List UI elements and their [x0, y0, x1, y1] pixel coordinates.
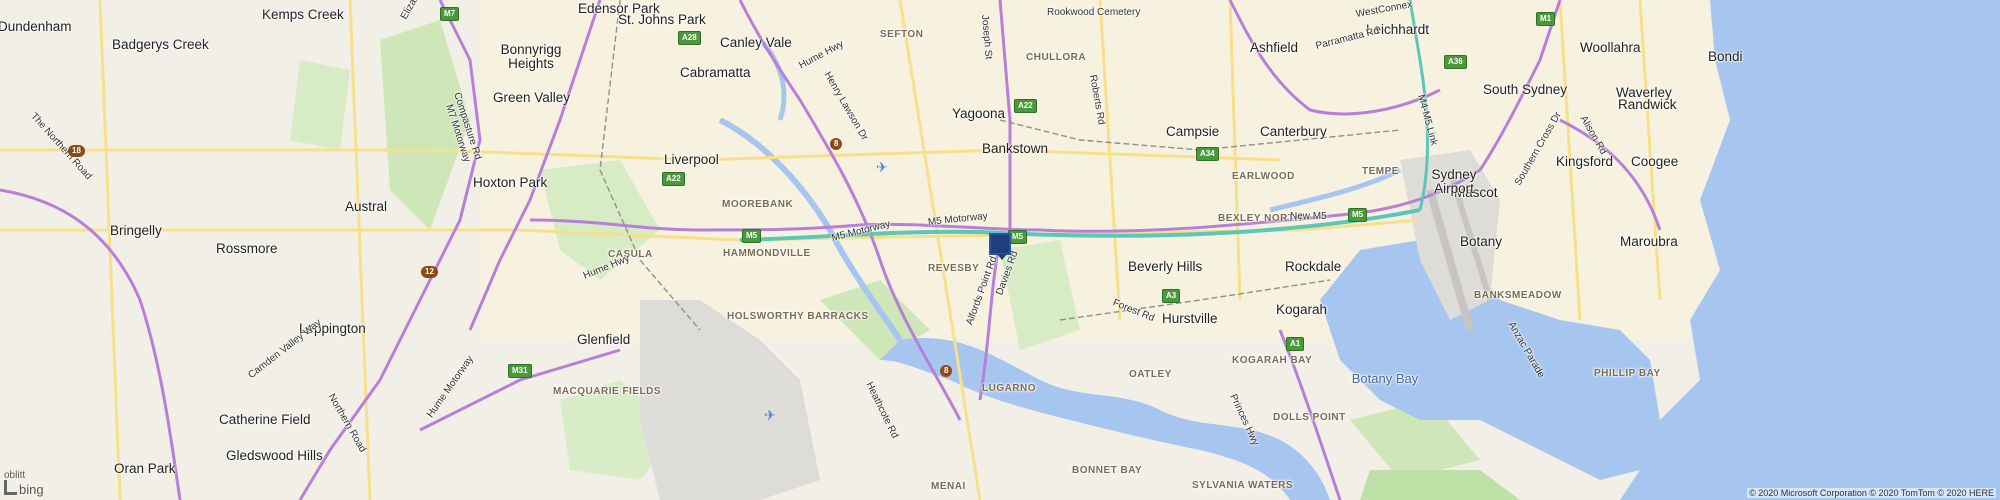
- road-shield: M5: [1348, 208, 1368, 222]
- map-attribution: © 2020 Microsoft Corporation © 2020 TomT…: [1747, 488, 1996, 498]
- road-shield: A36: [1444, 55, 1467, 69]
- place-label: St. Johns Park: [618, 12, 706, 27]
- road-shield: A1: [1286, 337, 1305, 351]
- airport-icon: ✈: [764, 407, 776, 423]
- place-label: Woollahra: [1580, 40, 1641, 55]
- place-label: Rookwood Cemetery: [1047, 7, 1141, 18]
- place-label: Dundenham: [0, 19, 72, 34]
- park: [290, 60, 350, 150]
- road-shield: M1: [1536, 12, 1556, 26]
- place-label: Hoxton Park: [473, 175, 548, 190]
- place-label: Catherine Field: [219, 412, 311, 427]
- place-label: Gledswood Hills: [226, 448, 323, 463]
- place-label: Rossmore: [216, 241, 278, 256]
- logo-prefix: oblitt: [4, 470, 26, 481]
- place-label: Botany: [1460, 234, 1503, 249]
- place-label: PHILLIP BAY: [1594, 368, 1661, 379]
- road-shield: 8: [830, 138, 843, 150]
- place-label: South Sydney: [1483, 82, 1568, 97]
- place-label: SYLVANIA WATERS: [1192, 480, 1294, 491]
- place-label: Bringelly: [110, 223, 162, 238]
- road-shield: M7: [440, 7, 460, 21]
- place-label: Sydney Airport: [1431, 167, 1477, 196]
- place-label: OATLEY: [1129, 369, 1172, 380]
- place-label: Bonnyrigg Heights: [500, 42, 562, 71]
- road-shield: M5: [742, 229, 762, 243]
- road-shield: 8: [940, 365, 953, 377]
- place-label: Badgerys Creek: [112, 37, 209, 52]
- place-label: Glenfield: [577, 332, 631, 347]
- place-label: TEMPE: [1362, 166, 1399, 177]
- place-label: MOOREBANK: [722, 199, 794, 210]
- road-shield: 12: [421, 266, 438, 278]
- bing-logo[interactable]: oblitt bing: [4, 470, 44, 497]
- place-label: Oran Park: [114, 461, 176, 476]
- place-label: Bankstown: [982, 141, 1049, 156]
- place-label: Rockdale: [1285, 259, 1342, 274]
- place-label: Liverpool: [664, 152, 719, 167]
- place-label: Ashfield: [1250, 40, 1299, 55]
- road-shield: A22: [1014, 99, 1037, 113]
- bing-b-icon: [4, 480, 17, 495]
- place-label: Austral: [345, 199, 388, 214]
- airport-icon: ✈: [876, 159, 888, 175]
- place-label: EARLWOOD: [1232, 171, 1295, 182]
- location-marker[interactable]: [989, 233, 1011, 260]
- road-shield: A3: [1162, 289, 1181, 303]
- place-label: MACQUARIE FIELDS: [553, 386, 661, 397]
- place-label: Canterbury: [1260, 124, 1327, 139]
- place-label: Green Valley: [493, 90, 571, 105]
- place-label: Yagoona: [952, 106, 1006, 121]
- place-label: CHULLORA: [1026, 52, 1087, 63]
- place-label: BANKSMEADOW: [1474, 290, 1562, 301]
- road-shield: M31: [508, 364, 532, 378]
- place-label: REVESBY: [928, 263, 980, 274]
- place-label: Kingsford: [1556, 154, 1614, 169]
- logo-text: bing: [19, 482, 44, 497]
- road-label: New M5: [1290, 211, 1327, 222]
- map-view[interactable]: Kemps Creek Edensor Park St. Johns Park Bad…: [0, 0, 2000, 500]
- place-label: Campsie: [1166, 124, 1220, 139]
- place-label: LUGARNO: [982, 383, 1037, 394]
- place-label: DOLLS POINT: [1273, 412, 1346, 423]
- place-label: Beverly Hills: [1128, 259, 1203, 274]
- place-label: Hurstville: [1162, 311, 1218, 326]
- place-label: Bondi: [1708, 49, 1743, 64]
- place-label: Kemps Creek: [262, 7, 344, 22]
- place-label: SEFTON: [880, 29, 924, 40]
- place-label: Kogarah: [1276, 302, 1328, 317]
- place-label: HOLSWORTHY BARRACKS: [727, 311, 869, 322]
- road-shield: A22: [662, 172, 685, 186]
- place-label: Randwick: [1618, 97, 1677, 112]
- road-shield: A34: [1196, 147, 1219, 161]
- place-label: MENAI: [931, 481, 966, 492]
- place-label: Maroubra: [1620, 234, 1678, 249]
- place-label: Coogee: [1631, 154, 1679, 169]
- place-label: Canley Vale: [720, 35, 792, 50]
- place-label: HAMMONDVILLE: [723, 248, 811, 259]
- place-label: Botany Bay: [1351, 371, 1419, 386]
- road-shield: A28: [678, 31, 701, 45]
- place-label: BONNET BAY: [1072, 465, 1143, 476]
- place-label: KOGARAH BAY: [1232, 355, 1313, 366]
- place-label: Cabramatta: [680, 65, 751, 80]
- road-shield: 18: [68, 145, 85, 157]
